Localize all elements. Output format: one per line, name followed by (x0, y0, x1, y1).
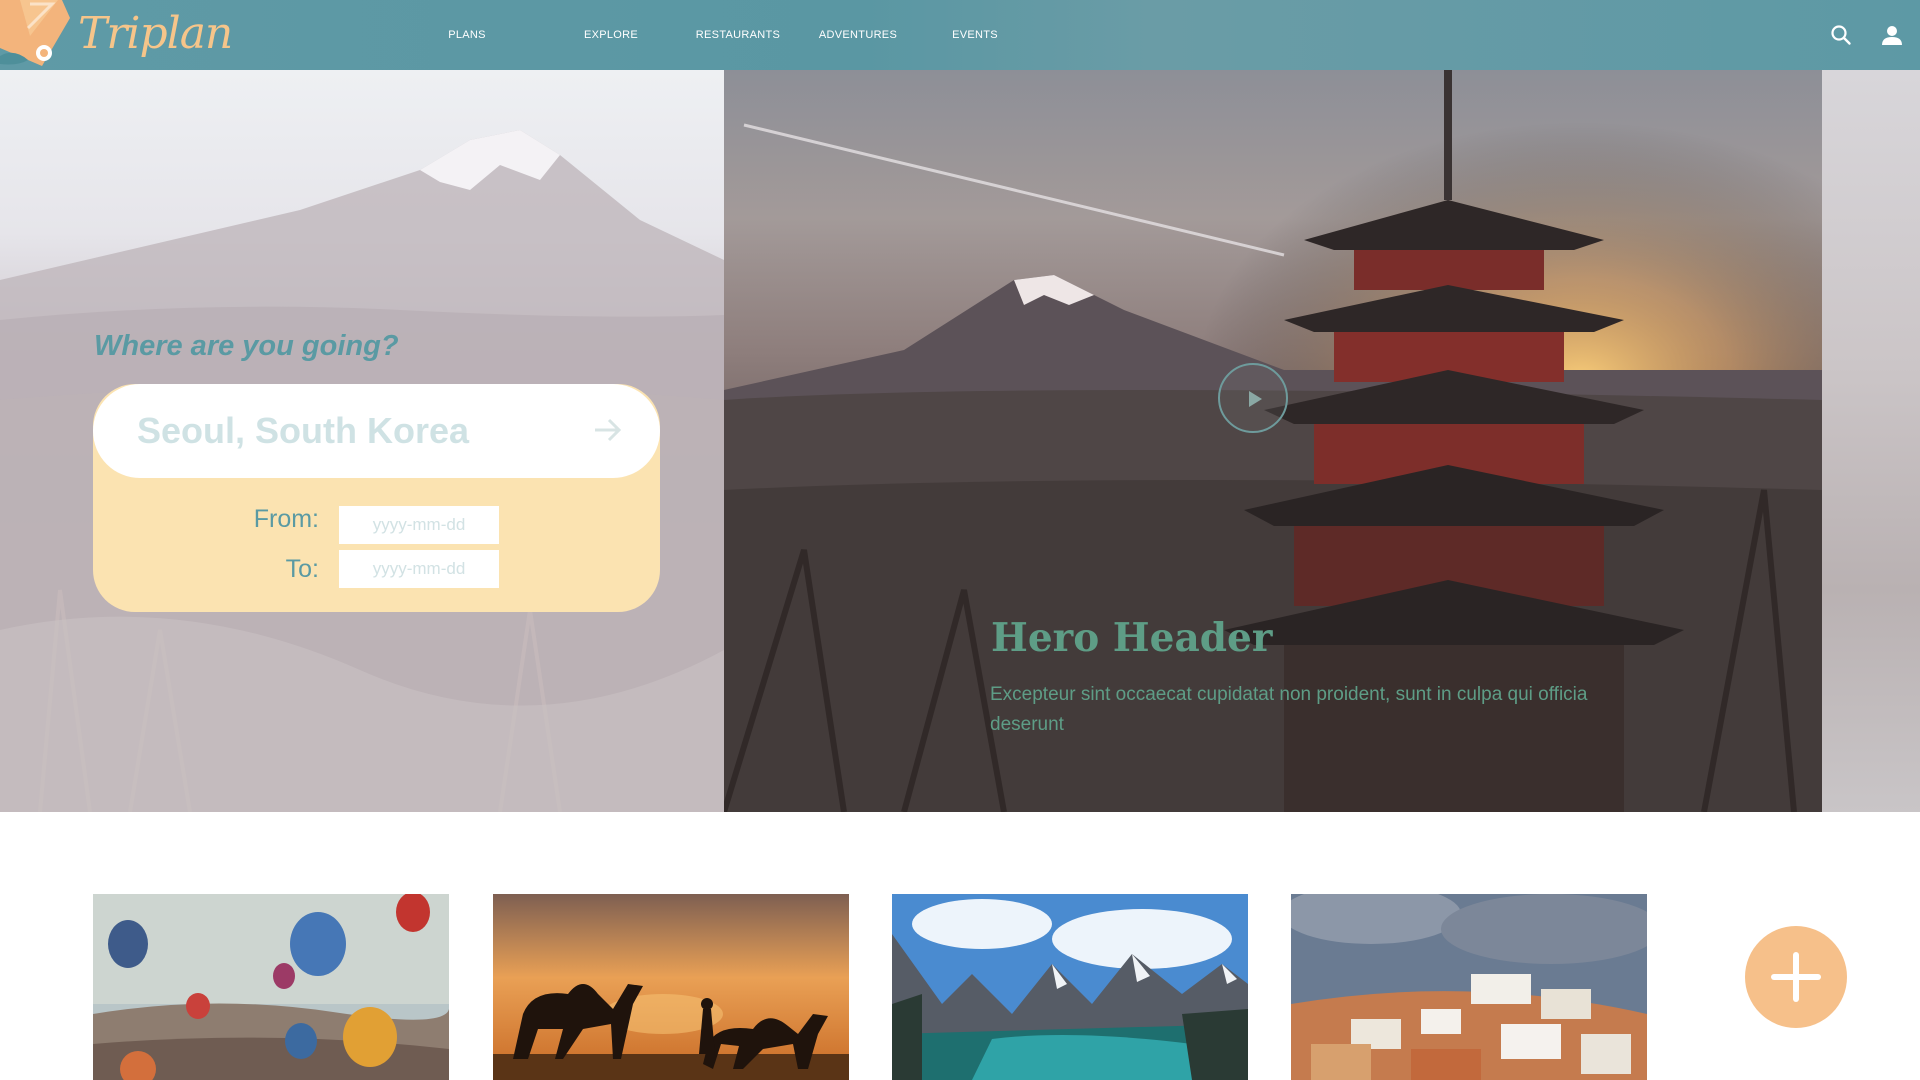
hero-title: Hero Header (991, 615, 1273, 661)
arrow-right-icon[interactable] (592, 414, 624, 446)
from-label: From: (253, 505, 319, 533)
nav-item-adventures[interactable]: ADVENTURES (819, 29, 897, 41)
user-icon[interactable] (1881, 24, 1903, 46)
gallery-card-desert[interactable] (493, 894, 849, 1080)
hero-description: Excepteur sint occaecat cupidatat non pr… (990, 684, 1588, 735)
gallery-card-balloons[interactable] (93, 894, 449, 1080)
logo-wordmark[interactable]: Triplan (78, 8, 233, 59)
coastal-village-image (1291, 894, 1647, 1080)
gallery-card-village[interactable] (1291, 894, 1647, 1080)
hot-air-balloons-image (93, 894, 449, 1080)
hero-right-edge-background (1822, 70, 1920, 812)
nav-item-events[interactable]: EVENTS (952, 29, 998, 41)
add-button[interactable] (1745, 926, 1847, 1028)
to-label: To: (285, 555, 319, 583)
top-navigation-bar: Triplan PLANS EXPLORE RESTAURANTS ADVENT… (0, 0, 1920, 70)
mountain-lake-image (892, 894, 1248, 1080)
logo-tag-icon[interactable] (0, 0, 72, 70)
play-icon (1249, 391, 1262, 407)
plus-icon (1771, 952, 1821, 1002)
nav-item-restaurants[interactable]: RESTAURANTS (696, 29, 780, 41)
from-date-input[interactable] (339, 506, 499, 544)
nav-item-explore[interactable]: EXPLORE (584, 29, 638, 41)
search-icon[interactable] (1830, 24, 1852, 46)
gallery-card-mountains[interactable] (892, 894, 1248, 1080)
nav-item-plans[interactable]: PLANS (448, 29, 486, 41)
play-button[interactable] (1218, 363, 1288, 433)
desert-camels-image (493, 894, 849, 1080)
search-title: Where are you going? (94, 330, 399, 362)
to-date-input[interactable] (339, 550, 499, 588)
destination-input[interactable] (137, 403, 577, 459)
